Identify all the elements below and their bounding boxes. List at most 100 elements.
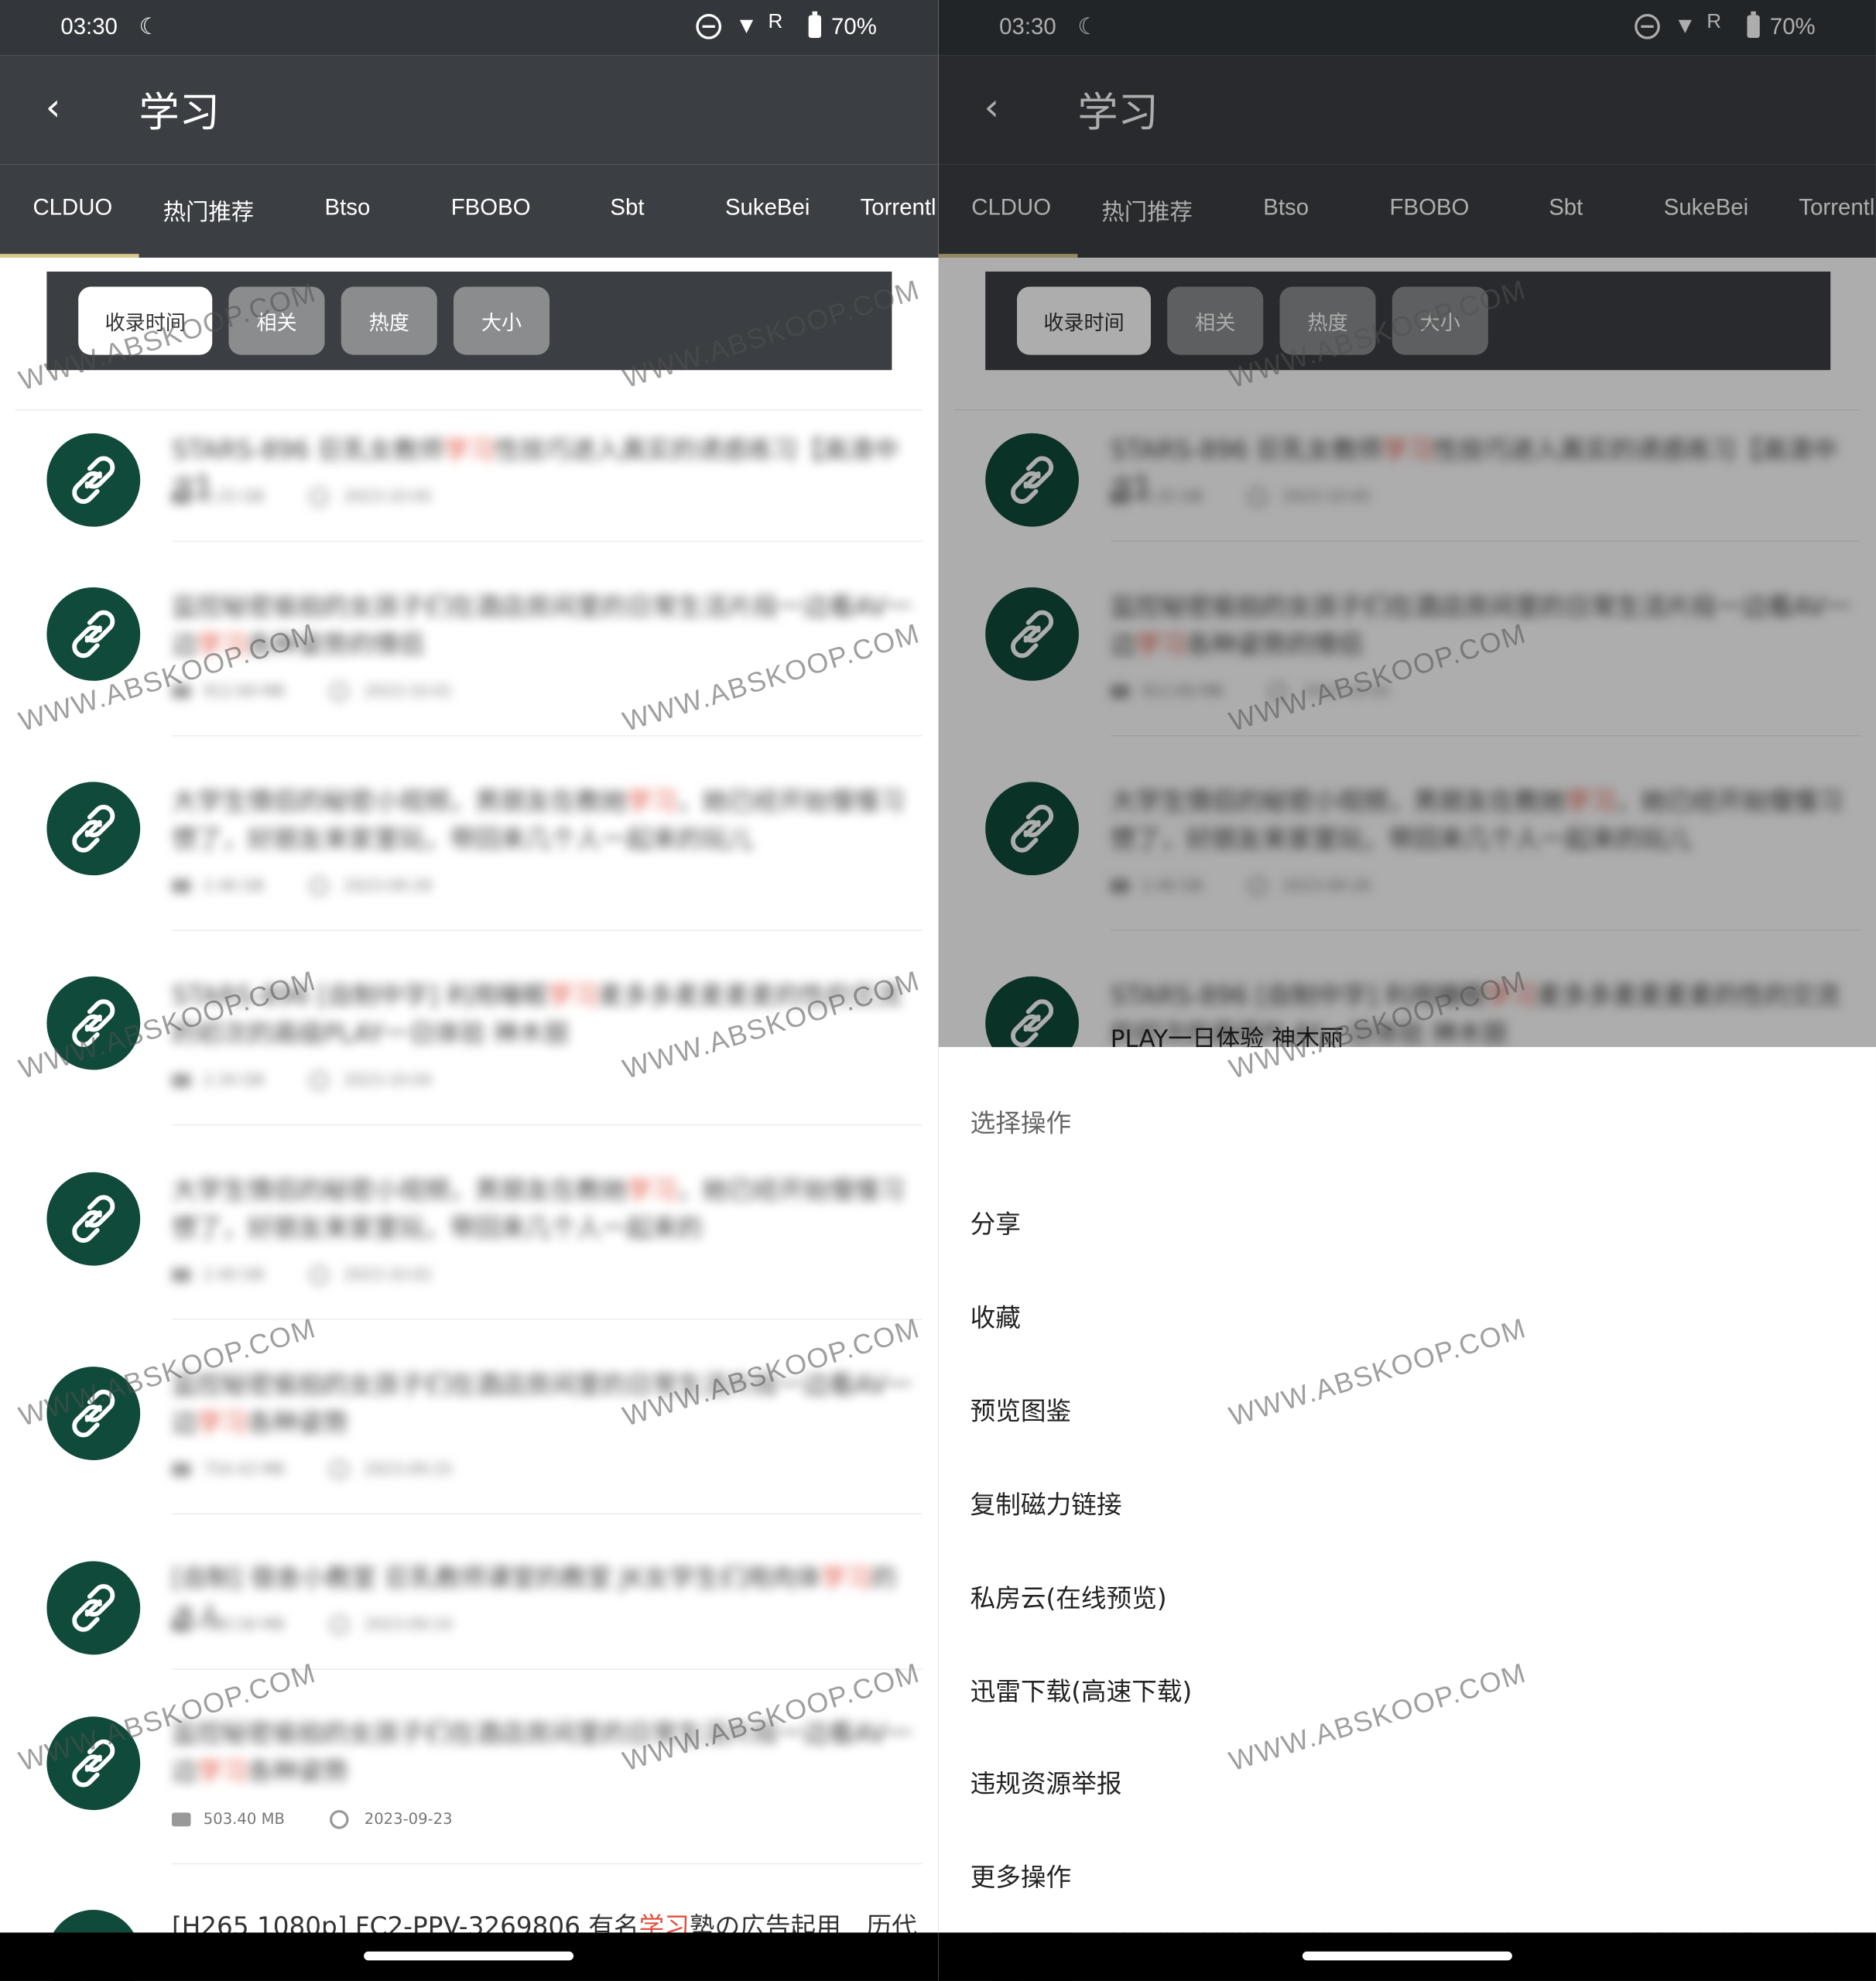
- magnet-link-icon: [46, 433, 141, 527]
- list-item-meta: 2.46 GB 2023-09-28: [171, 876, 432, 896]
- title-text: 大学生情侣的秘密小视频，男朋友在教她: [171, 785, 627, 816]
- folder-icon: [171, 1617, 191, 1632]
- title-text: 各种姿势的情侣: [247, 628, 425, 660]
- file-date: 2023-09-25: [364, 1459, 453, 1478]
- file-date: 2023-10-04: [344, 1071, 432, 1090]
- menu-item-more[interactable]: 更多操作: [971, 1856, 1072, 1893]
- folder-icon: [171, 879, 191, 894]
- sort-chip-relevance[interactable]: 相关: [228, 286, 325, 355]
- menu-item-favorite[interactable]: 收藏: [971, 1297, 1021, 1333]
- list-item-meta: 2.34 GB 2023-10-04: [171, 1071, 432, 1090]
- magnet-link-icon: [46, 1367, 141, 1460]
- keyword-highlight: 学习: [443, 434, 495, 465]
- wifi-icon: ▼: [734, 12, 758, 38]
- sort-chip-time[interactable]: 收录时间: [78, 286, 213, 355]
- clock-icon: [330, 682, 350, 701]
- folder-icon: [171, 1812, 191, 1827]
- sort-chip-popularity[interactable]: 热度: [341, 286, 437, 355]
- app-bar: ‹ 学习: [0, 55, 939, 165]
- list-item-meta: 2.25 GB 2023-10-05: [171, 488, 432, 507]
- list-item-title: 监控秘密偷拍的女孩子们在酒店房间里的日常生活片段一边看AV一边学习各种姿势: [172, 1366, 917, 1442]
- folder-icon: [171, 684, 191, 699]
- magnet-link-icon: [46, 587, 141, 681]
- file-size: 2.40 GB: [203, 1265, 265, 1284]
- status-time: 03:30: [60, 13, 118, 39]
- title-text: STARS-896 [自制中字] 利用睡眠: [171, 980, 548, 1011]
- do-not-disturb-icon: [696, 13, 722, 39]
- list-item-title: 大学生情侣的秘密小视频，男朋友在教她学习，她已经开始慢慢习惯了，好朋友来家里玩，…: [172, 1171, 917, 1247]
- item-divider: [171, 540, 923, 542]
- sort-chip-size[interactable]: 大小: [453, 286, 550, 355]
- clock-icon: [330, 1810, 350, 1829]
- file-date: 2023-09-23: [364, 1810, 453, 1828]
- magnet-link-icon: [46, 976, 141, 1070]
- tab-indicator: [0, 254, 139, 258]
- file-size: 583.58 MB: [203, 1615, 285, 1634]
- gesture-bar: [938, 1932, 1876, 1981]
- file-date: 2023-09-24: [364, 1615, 453, 1634]
- file-size: 503.40 MB: [203, 1810, 285, 1828]
- menu-item-share[interactable]: 分享: [971, 1204, 1021, 1240]
- scrim-overlay[interactable]: [938, 0, 1876, 1048]
- folder-icon: [171, 490, 191, 505]
- right-screen: 03:30 ☾ ▼ R 70% ‹ 学习 CLDUO 热门推荐 Btso FBO…: [938, 0, 1876, 1981]
- title-text: 大学生情侣的秘密小视频，男朋友在教她: [171, 1175, 627, 1206]
- item-divider: [171, 1319, 923, 1320]
- home-indicator[interactable]: [1302, 1951, 1512, 1961]
- menu-item-preview[interactable]: 预览图鉴: [971, 1391, 1072, 1427]
- action-sheet-title: 选择操作: [970, 1107, 1072, 1138]
- keyword-highlight: 学习: [547, 980, 598, 1011]
- item-divider: [171, 1668, 923, 1670]
- clock-icon: [330, 1615, 350, 1635]
- list-item-title: 大学生情侣的秘密小视频，男朋友在教她学习，她已经开始慢慢习惯了，好朋友来家里玩，…: [172, 782, 917, 857]
- back-arrow-icon[interactable]: ‹: [46, 86, 61, 130]
- clock-icon: [310, 1265, 329, 1285]
- folder-icon: [171, 1268, 191, 1282]
- signal-icon: R: [768, 11, 783, 33]
- tab-fbobo[interactable]: FBOBO: [451, 194, 531, 221]
- title-text: STARS-896 巨乳女教师: [171, 434, 444, 465]
- keyword-highlight: 学习: [197, 628, 248, 660]
- file-date: 2023-09-28: [344, 876, 432, 895]
- source-tabs: CLDUO 热门推荐 Btso FBOBO Sbt SukeBei Torren…: [0, 164, 939, 258]
- file-size: 754.43 MB: [203, 1459, 285, 1478]
- tab-btso[interactable]: Btso: [325, 194, 371, 221]
- magnet-link-icon: [46, 1172, 141, 1266]
- folder-icon: [171, 1463, 191, 1477]
- title-text: 各种姿势: [247, 1755, 349, 1787]
- menu-item-thunder-download[interactable]: 迅雷下载(高速下载): [971, 1671, 1193, 1708]
- item-divider: [171, 1513, 923, 1515]
- file-date: 2023-10-01: [364, 682, 453, 700]
- tab-clduo[interactable]: CLDUO: [33, 194, 112, 221]
- file-size: 912.69 MB: [203, 682, 285, 700]
- keyword-highlight: 学习: [626, 1175, 677, 1206]
- status-bar: 03:30 ☾ ▼ R 70%: [0, 0, 939, 56]
- list-item-meta: 2.40 GB 2023-10-02: [171, 1265, 432, 1285]
- keyword-highlight: 学习: [626, 785, 677, 816]
- action-sheet: 选择操作 分享 收藏 预览图鉴 复制磁力链接 私房云(在线预览) 迅雷下载(高速…: [938, 1047, 1876, 1933]
- item-divider: [171, 1863, 923, 1865]
- sort-bar: 收录时间 相关 热度 大小: [46, 271, 892, 371]
- list-item-meta: 503.40 MB 2023-09-23: [171, 1810, 453, 1829]
- clock-icon: [310, 876, 329, 896]
- home-indicator[interactable]: [364, 1951, 574, 1961]
- tab-torrent[interactable]: Torrentl: [861, 194, 936, 221]
- menu-item-report[interactable]: 违规资源举报: [971, 1764, 1122, 1800]
- bedtime-icon: ☾: [139, 13, 159, 39]
- item-divider: [171, 734, 923, 737]
- file-date: 2023-10-02: [344, 1265, 432, 1284]
- magnet-link-icon: [46, 1561, 141, 1655]
- tab-sukebei[interactable]: SukeBei: [725, 194, 810, 221]
- title-text: 各种姿势: [247, 1407, 349, 1438]
- magnet-link-icon: [46, 782, 141, 876]
- tab-hot[interactable]: 热门推荐: [163, 194, 255, 227]
- menu-item-cloud-preview[interactable]: 私房云(在线预览): [971, 1578, 1167, 1614]
- title-text: [自制] 宿舍小教室 巨乳教师课堂的教室 JK女学生们用肉体: [171, 1562, 821, 1593]
- comparison-stage: 03:30 ☾ ▼ R 70% ‹ 学习 CLDUO 热门推荐 Btso FBO…: [0, 0, 1876, 1981]
- tab-sbt[interactable]: Sbt: [610, 194, 644, 221]
- list-divider: [15, 409, 923, 411]
- keyword-highlight: 学习: [197, 1407, 248, 1438]
- menu-item-copy-magnet[interactable]: 复制磁力链接: [971, 1484, 1122, 1521]
- list-item-title: 监控秘密偷拍的女孩子们在酒店房间里的日常生活片段一边看AV一边学习各种姿势: [172, 1714, 917, 1790]
- left-screen: 03:30 ☾ ▼ R 70% ‹ 学习 CLDUO 热门推荐 Btso FBO…: [0, 0, 939, 1981]
